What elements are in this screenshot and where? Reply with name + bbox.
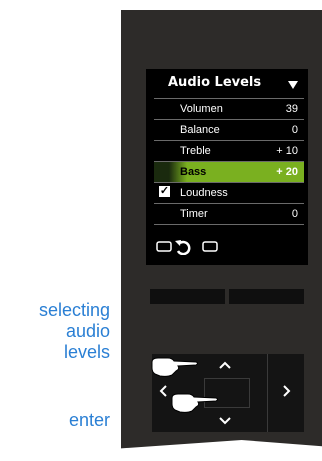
annotation-line: audio: [65, 321, 110, 341]
soft-button-right[interactable]: [229, 289, 304, 304]
chevron-up-icon[interactable]: [218, 360, 232, 370]
chevron-left-icon[interactable]: [158, 384, 168, 398]
nav-divider: [267, 354, 268, 432]
menu-row-treble[interactable]: Treble + 10: [154, 140, 304, 161]
menu-dropdown-icon: [288, 81, 298, 89]
menu-row-label: Bass: [180, 166, 207, 178]
menu-row-value: + 20: [276, 166, 298, 178]
chevron-down-icon[interactable]: [218, 416, 232, 426]
menu-row-value: 0: [291, 124, 298, 136]
annotation-line: selecting: [38, 300, 110, 320]
pointing-hand-icon: [171, 393, 218, 413]
back-arrow-icon[interactable]: [156, 239, 218, 255]
soft-button-left[interactable]: [150, 289, 225, 304]
chevron-right-icon[interactable]: [282, 384, 292, 398]
screen-title: Audio Levels: [168, 75, 262, 90]
pointing-hand-icon: [151, 357, 198, 377]
menu-row-timer[interactable]: Timer 0: [154, 203, 304, 224]
menu-row-balance[interactable]: Balance 0: [154, 119, 304, 140]
menu-divider: [154, 224, 304, 225]
menu-row-label: Treble: [180, 145, 211, 157]
loudness-checkbox[interactable]: ✓: [159, 186, 170, 197]
menu-row-value: 0: [291, 208, 298, 220]
annotation-line: levels: [63, 342, 110, 362]
menu-row-loudness[interactable]: ✓ Loudness: [154, 182, 304, 203]
menu-row-value: + 10: [276, 145, 298, 157]
annotation-enter: enter: [68, 410, 110, 430]
menu-row-volumen[interactable]: Volumen 39: [154, 98, 304, 119]
menu-row-label: Timer: [180, 208, 208, 220]
menu-row-label: Loudness: [180, 187, 228, 199]
menu-row-label: Volumen: [180, 103, 223, 115]
menu-row-value: 39: [285, 103, 298, 115]
menu-row-bass-selected[interactable]: Bass + 20: [154, 161, 304, 182]
menu-row-label: Balance: [180, 124, 220, 136]
annotation-selecting-audio-levels: selecting audio levels: [10, 300, 110, 363]
display-screen: Audio Levels Volumen 39 Balance 0 Treble…: [146, 69, 308, 265]
